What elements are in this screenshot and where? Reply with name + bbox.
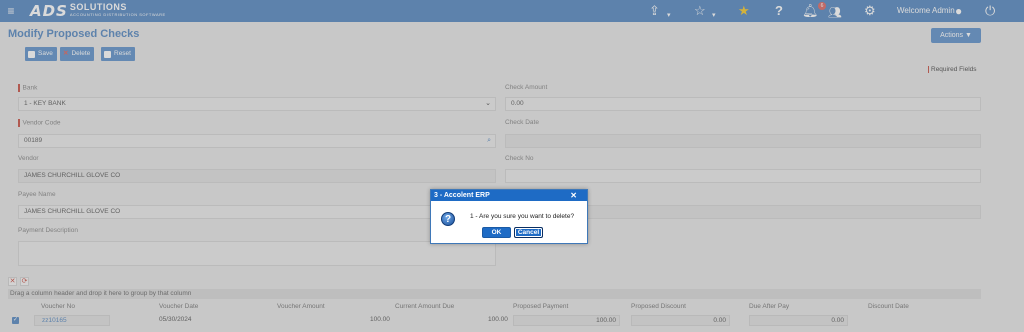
- question-icon: ?: [441, 212, 455, 226]
- modal-overlay: [0, 0, 1024, 332]
- dialog-message: 1 - Are you sure you want to delete?: [470, 213, 575, 220]
- confirm-dialog: 3 - Accolent ERP ✕ ? 1 - Are you sure yo…: [430, 189, 588, 244]
- cancel-button[interactable]: Cancel: [514, 227, 543, 238]
- dialog-title: 3 - Accolent ERP: [434, 192, 490, 199]
- dialog-title-bar: 3 - Accolent ERP ✕: [431, 190, 587, 201]
- ok-button[interactable]: OK: [482, 227, 511, 238]
- close-icon[interactable]: ✕: [570, 190, 577, 201]
